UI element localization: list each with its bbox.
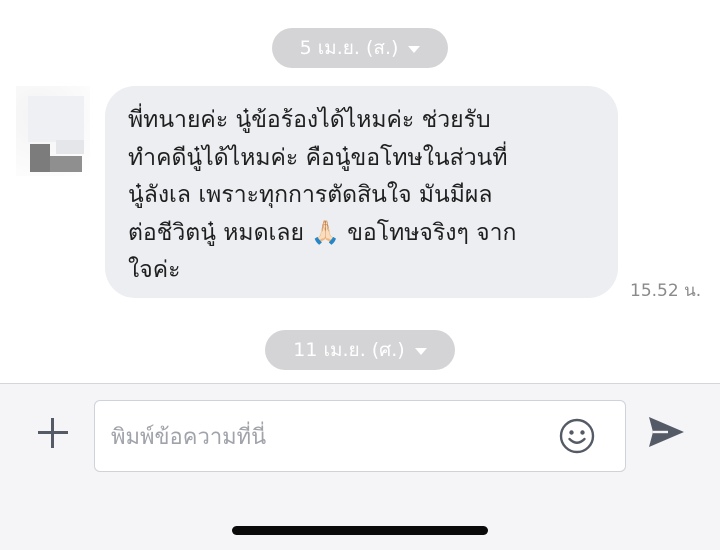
send-arrow-icon[interactable] xyxy=(646,414,686,450)
avatar[interactable] xyxy=(16,86,90,176)
date-separator-label: 5 เม.ย. (ส.) xyxy=(299,37,399,59)
date-separator[interactable]: 11 เม.ย. (ศ.) xyxy=(265,330,455,370)
message-composer xyxy=(0,383,720,550)
home-indicator xyxy=(232,526,488,535)
plus-icon[interactable] xyxy=(36,416,70,450)
date-separator[interactable]: 5 เม.ย. (ส.) xyxy=(272,28,448,68)
date-separator-label: 11 เม.ย. (ศ.) xyxy=(293,339,405,361)
message-timestamp: 15.52 น. xyxy=(630,281,702,301)
message-input-box[interactable] xyxy=(94,400,626,472)
chevron-down-icon xyxy=(414,347,427,355)
chat-area[interactable]: 5 เม.ย. (ส.) พี่ทนายค่ะ นู๋ข้อร้องได้ไหม… xyxy=(0,0,720,383)
message-input[interactable] xyxy=(109,417,533,457)
message-bubble[interactable]: พี่ทนายค่ะ นู๋ข้อร้องได้ไหมค่ะ ช่วยรับ ท… xyxy=(105,86,618,298)
chevron-down-icon xyxy=(408,45,421,53)
smiley-icon[interactable] xyxy=(559,418,595,454)
